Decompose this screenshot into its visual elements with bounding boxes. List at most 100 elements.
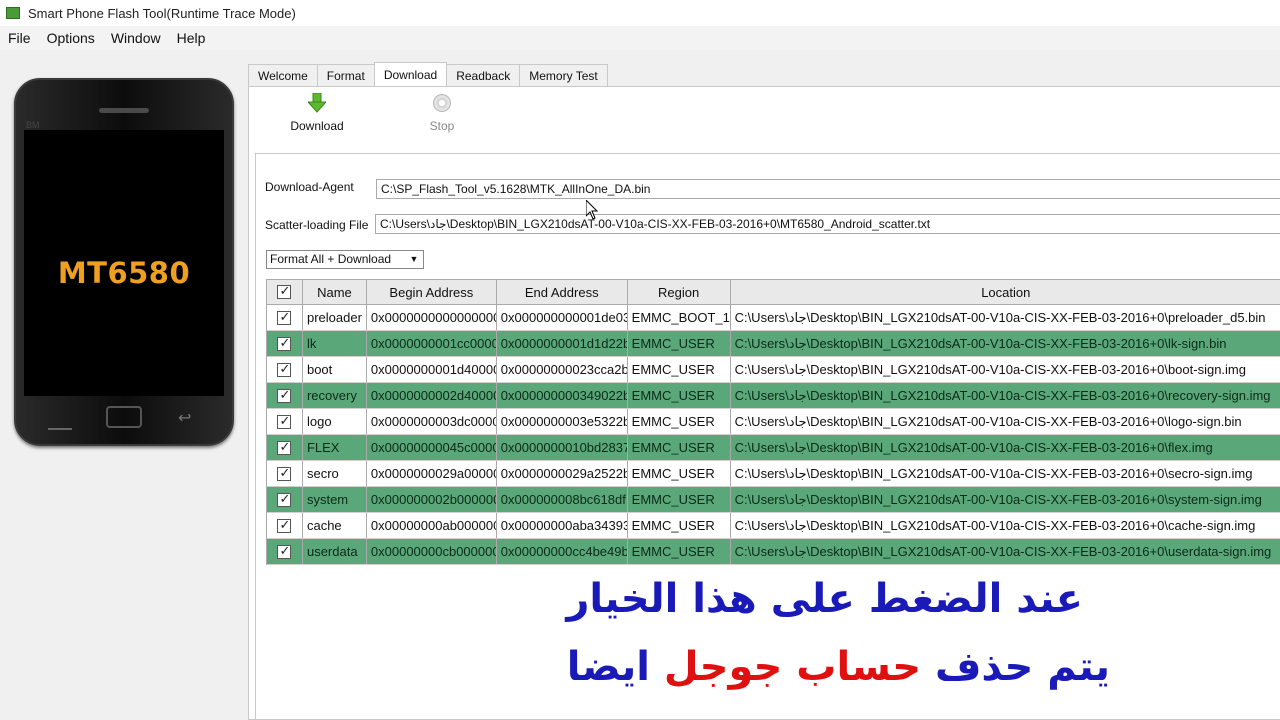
cell-begin-address: 0x0000000000000000: [367, 305, 497, 330]
table-row[interactable]: FLEX0x00000000045c00000x0000000010bd2837…: [267, 435, 1280, 461]
cell-location: C:\Users\جاد\Desktop\BIN_LGX210dsAT-00-V…: [731, 539, 1280, 564]
table-row[interactable]: preloader0x00000000000000000x00000000000…: [267, 305, 1280, 331]
table-row[interactable]: userdata0x00000000cb0000000x00000000cc4b…: [267, 539, 1280, 565]
cell-begin-address: 0x0000000003dc0000: [367, 409, 497, 434]
cell-name: preloader: [303, 305, 367, 330]
cell-location: C:\Users\جاد\Desktop\BIN_LGX210dsAT-00-V…: [731, 331, 1280, 356]
row-checkbox[interactable]: [267, 487, 303, 512]
device-pane: BM MT6580 ↩: [0, 50, 244, 720]
title-bar: Smart Phone Flash Tool(Runtime Trace Mod…: [0, 0, 1280, 26]
row-checkbox[interactable]: [267, 357, 303, 382]
cell-begin-address: 0x00000000cb000000: [367, 539, 497, 564]
cell-begin-address: 0x0000000001cc0000: [367, 331, 497, 356]
download-agent-label: Download-Agent: [265, 180, 354, 194]
chip-label: MT6580: [57, 256, 191, 290]
header-begin-address[interactable]: Begin Address: [367, 280, 497, 304]
tab-format[interactable]: Format: [316, 64, 375, 86]
cell-region: EMMC_USER: [628, 435, 731, 460]
cell-location: C:\Users\جاد\Desktop\BIN_LGX210dsAT-00-V…: [731, 305, 1280, 330]
cell-name: secro: [303, 461, 367, 486]
scatter-file-field[interactable]: C:\Users\جاد\Desktop\BIN_LGX210dsAT-00-V…: [375, 214, 1280, 234]
table-row[interactable]: cache0x00000000ab0000000x00000000aba3439…: [267, 513, 1280, 539]
header-location[interactable]: Location: [731, 280, 1280, 304]
row-checkbox[interactable]: [267, 539, 303, 564]
stop-button-label: Stop: [429, 119, 455, 133]
cell-end-address: 0x00000000cc4be49b: [497, 539, 628, 564]
menu-bar: File Options Window Help: [0, 26, 1280, 50]
cell-end-address: 0x0000000010bd2837: [497, 435, 628, 460]
table-row[interactable]: boot0x0000000001d400000x00000000023cca2b…: [267, 357, 1280, 383]
phone-menu-key-icon: [48, 408, 72, 430]
cell-end-address: 0x0000000003e5322b: [497, 409, 628, 434]
table-row[interactable]: recovery0x0000000002d400000x000000000349…: [267, 383, 1280, 409]
stop-button[interactable]: Stop: [392, 93, 492, 133]
download-mode-select[interactable]: Format All + Download ▼: [266, 250, 424, 269]
download-arrow-icon: [305, 93, 329, 117]
tab-memory-test[interactable]: Memory Test: [519, 64, 608, 86]
cell-name: userdata: [303, 539, 367, 564]
cell-location: C:\Users\جاد\Desktop\BIN_LGX210dsAT-00-V…: [731, 487, 1280, 512]
cell-name: cache: [303, 513, 367, 538]
header-region[interactable]: Region: [628, 280, 731, 304]
row-checkbox[interactable]: [267, 331, 303, 356]
cell-begin-address: 0x00000000ab000000: [367, 513, 497, 538]
cell-name: recovery: [303, 383, 367, 408]
row-checkbox[interactable]: [267, 435, 303, 460]
cell-begin-address: 0x0000000001d40000: [367, 357, 497, 382]
header-name[interactable]: Name: [303, 280, 367, 304]
menu-window[interactable]: Window: [103, 30, 169, 46]
cell-region: EMMC_USER: [628, 539, 731, 564]
cell-location: C:\Users\جاد\Desktop\BIN_LGX210dsAT-00-V…: [731, 409, 1280, 434]
tab-readback[interactable]: Readback: [446, 64, 521, 86]
overlay-caption-part3: ايضا: [566, 644, 650, 690]
table-row[interactable]: system0x000000002b0000000x000000008bc618…: [267, 487, 1280, 513]
select-all-checkbox[interactable]: [267, 280, 303, 304]
phone-screen: MT6580: [24, 130, 224, 396]
download-form: Download-Agent C:\SP_Flash_Tool_v5.1628\…: [255, 153, 1280, 719]
download-panel: Download Stop Download-Agent C:\SP_Flash…: [248, 86, 1280, 720]
cell-location: C:\Users\جاد\Desktop\BIN_LGX210dsAT-00-V…: [731, 461, 1280, 486]
table-row[interactable]: lk0x0000000001cc00000x0000000001d1d22bEM…: [267, 331, 1280, 357]
cell-region: EMMC_USER: [628, 331, 731, 356]
cell-region: EMMC_USER: [628, 513, 731, 538]
phone-brand: BM: [26, 120, 40, 130]
header-end-address[interactable]: End Address: [497, 280, 628, 304]
cell-end-address: 0x000000000001de03: [497, 305, 628, 330]
row-checkbox[interactable]: [267, 383, 303, 408]
cell-begin-address: 0x00000000045c0000: [367, 435, 497, 460]
table-row[interactable]: secro0x0000000029a000000x0000000029a2522…: [267, 461, 1280, 487]
download-button[interactable]: Download: [267, 93, 367, 133]
partition-table: Name Begin Address End Address Region Lo…: [266, 279, 1280, 565]
download-agent-field[interactable]: C:\SP_Flash_Tool_v5.1628\MTK_AllInOne_DA…: [376, 179, 1280, 199]
row-checkbox[interactable]: [267, 305, 303, 330]
cell-end-address: 0x00000000aba34393: [497, 513, 628, 538]
cell-end-address: 0x00000000023cca2b: [497, 357, 628, 382]
phone-image: BM MT6580 ↩: [14, 78, 234, 446]
cell-begin-address: 0x0000000002d40000: [367, 383, 497, 408]
cell-begin-address: 0x0000000029a00000: [367, 461, 497, 486]
cell-location: C:\Users\جاد\Desktop\BIN_LGX210dsAT-00-V…: [731, 513, 1280, 538]
cell-name: system: [303, 487, 367, 512]
table-row[interactable]: logo0x0000000003dc00000x0000000003e5322b…: [267, 409, 1280, 435]
overlay-caption-part2: حساب جوجل: [663, 644, 922, 690]
row-checkbox[interactable]: [267, 461, 303, 486]
menu-options[interactable]: Options: [39, 30, 103, 46]
row-checkbox[interactable]: [267, 513, 303, 538]
phone-home-key-icon: [106, 406, 142, 428]
cell-location: C:\Users\جاد\Desktop\BIN_LGX210dsAT-00-V…: [731, 435, 1280, 460]
cell-region: EMMC_USER: [628, 357, 731, 382]
menu-file[interactable]: File: [0, 30, 39, 46]
cell-region: EMMC_USER: [628, 461, 731, 486]
tab-welcome[interactable]: Welcome: [248, 64, 318, 86]
row-checkbox[interactable]: [267, 409, 303, 434]
cell-region: EMMC_USER: [628, 487, 731, 512]
cell-name: boot: [303, 357, 367, 382]
cell-location: C:\Users\جاد\Desktop\BIN_LGX210dsAT-00-V…: [731, 383, 1280, 408]
cell-end-address: 0x0000000029a2522b: [497, 461, 628, 486]
menu-help[interactable]: Help: [169, 30, 214, 46]
table-header: Name Begin Address End Address Region Lo…: [267, 279, 1280, 305]
app-icon: [6, 7, 20, 19]
tab-download[interactable]: Download: [373, 62, 448, 86]
cell-name: lk: [303, 331, 367, 356]
table-body: preloader0x00000000000000000x00000000000…: [267, 305, 1280, 565]
